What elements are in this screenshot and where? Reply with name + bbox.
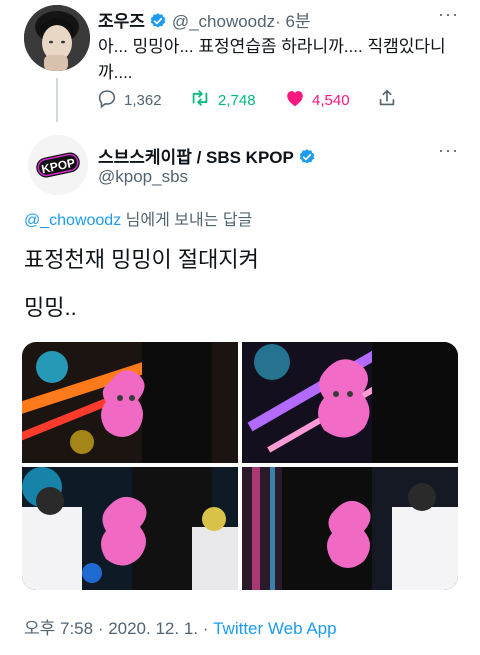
retweet-icon [188,87,212,113]
share-action[interactable] [376,87,398,113]
reply-text-line2: 밍밍.. [24,295,77,320]
tweet-source-link[interactable]: Twitter Web App [213,619,336,638]
parent-text-line1: 아... 밍밍아... 표정연습좀 하라니까.... 직캠있다니 [98,37,446,56]
reply-handle[interactable]: @kpop_sbs [98,167,188,187]
parent-handle[interactable]: @_chowoodz [172,12,275,31]
media-photo-3[interactable] [22,467,238,590]
retweet-count: 2,748 [218,91,256,109]
more-options-icon[interactable]: ··· [438,140,459,161]
media-photo-2[interactable] [242,342,458,463]
reply-count: 1,362 [124,91,162,109]
parent-text-line2: 까.... [98,63,133,82]
more-options-icon[interactable]: ··· [438,4,459,25]
heart-icon [284,87,306,113]
thread-connector-line [56,78,58,122]
replying-to-line: @_chowoodz 님에게 보내는 답글 [24,206,252,230]
parent-time[interactable]: · 6분 [275,12,310,31]
verified-badge-icon [149,12,167,35]
like-action[interactable]: 4,540 [284,87,350,113]
parent-tweet-text: 아... 밍밍아... 표정연습좀 하라니까.... 직캠있다니 까.... [98,34,446,86]
media-grid [22,342,458,590]
avatar-chowoodz[interactable] [24,5,90,71]
media-photo-4[interactable] [242,467,458,590]
replying-to-handle[interactable]: @_chowoodz [24,212,121,229]
parent-tweet-header: 조우즈 @_chowoodz· 6분 [98,7,311,35]
tweet-timestamp-line: 오후 7:58 · 2020. 12. 1. · Twitter Web App [24,614,337,639]
retweet-action[interactable]: 2,748 [188,87,256,113]
parent-display-name[interactable]: 조우즈 [98,12,145,31]
reply-action[interactable]: 1,362 [96,87,162,113]
replying-to-suffix: 님에게 보내는 답글 [121,212,253,229]
verified-badge-icon [298,148,316,171]
avatar-kpop-sbs[interactable]: KPOP [28,135,88,195]
reply-text-line1: 표정천재 밍밍이 절대지켜 [24,247,259,272]
share-icon [376,87,398,113]
like-count: 4,540 [312,91,350,109]
reply-icon [96,87,118,113]
media-photo-1[interactable] [22,342,238,463]
reply-display-name[interactable]: 스브스케이팝 / SBS KPOP [98,148,294,167]
tweet-timestamp[interactable]: 오후 7:58 · 2020. 12. 1. · [24,619,213,638]
